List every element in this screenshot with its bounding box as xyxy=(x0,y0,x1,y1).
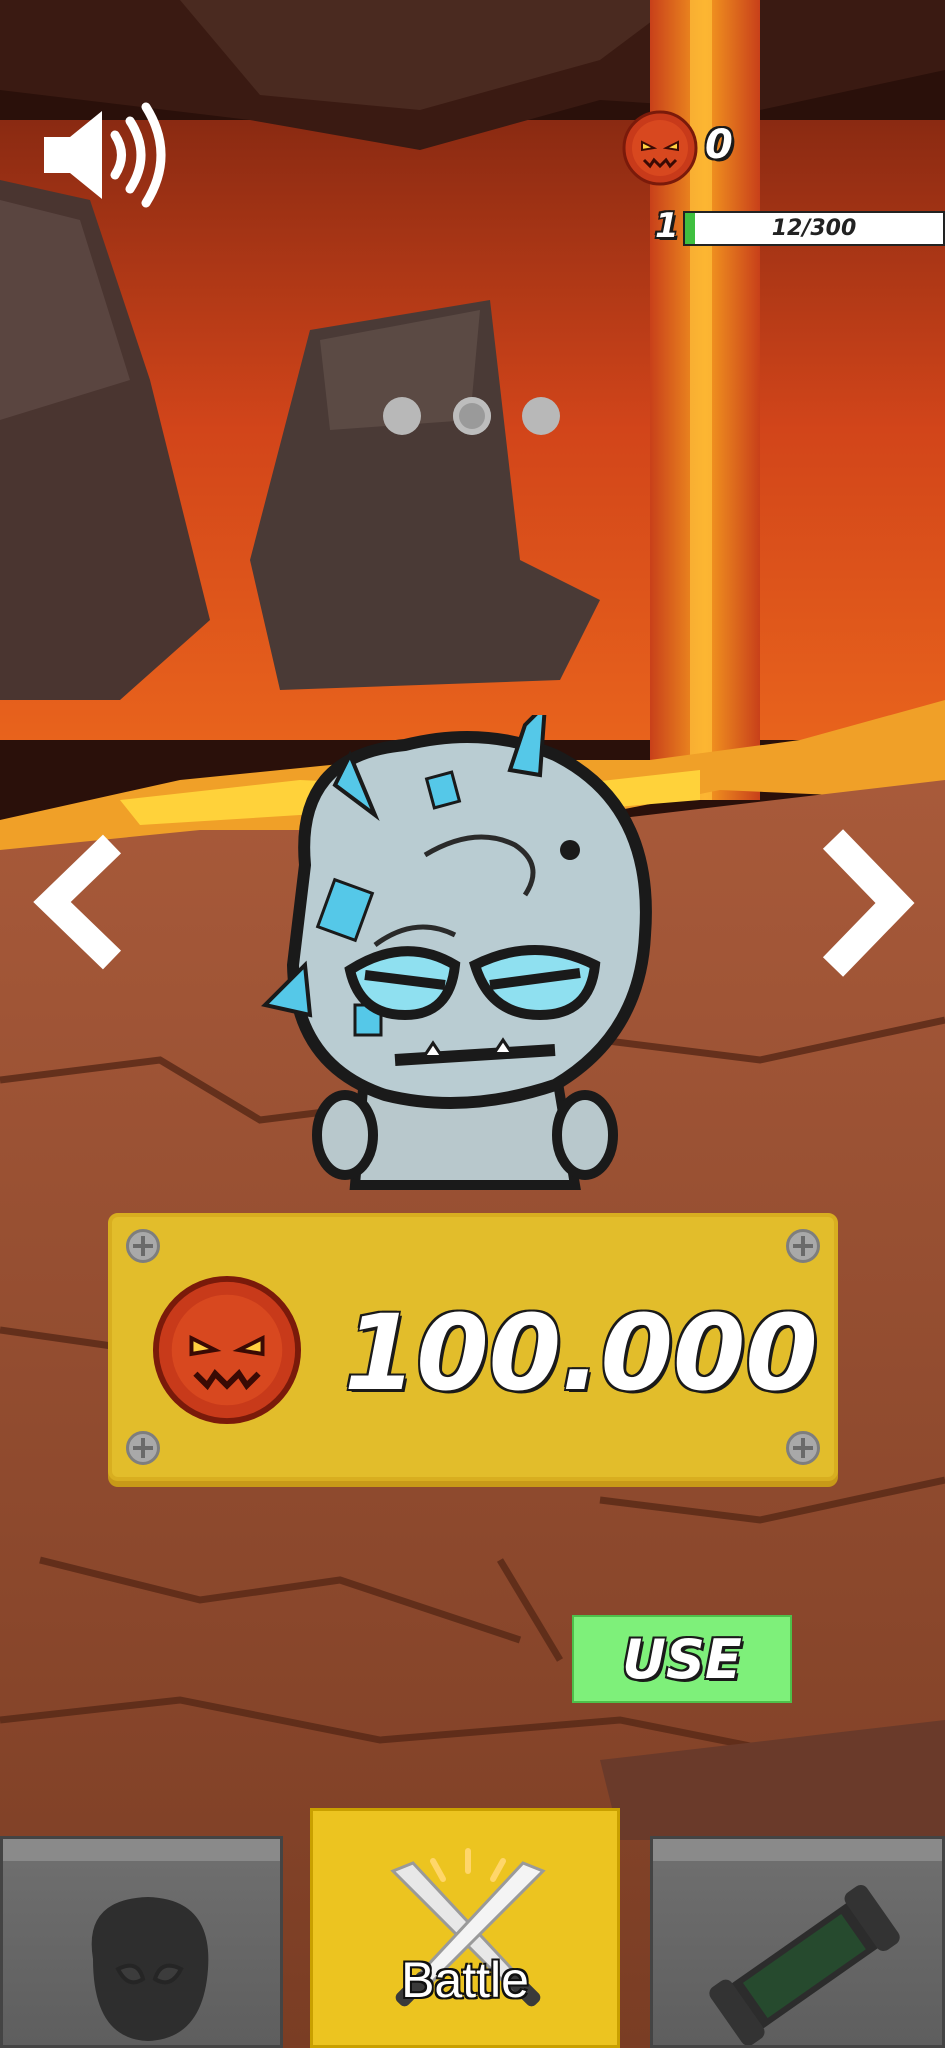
xp-bar: 12/300 xyxy=(683,211,945,246)
speaker-icon[interactable] xyxy=(40,95,170,215)
tab-battle-label: Battle xyxy=(401,1952,529,2008)
tab-weapons[interactable] xyxy=(650,1836,945,2048)
player-level: 1 xyxy=(655,206,679,246)
previous-arrow-icon[interactable] xyxy=(30,830,130,975)
cannon-icon xyxy=(709,1885,900,2045)
character-head-icon xyxy=(91,1897,209,2041)
use-button[interactable]: USE xyxy=(572,1615,792,1703)
tab-characters[interactable] xyxy=(0,1836,283,2048)
screw xyxy=(126,1431,160,1465)
use-button-label: USE xyxy=(622,1627,742,1691)
demon-coin-icon xyxy=(152,1275,302,1425)
next-arrow-icon[interactable] xyxy=(815,825,915,980)
ice-zombie-character xyxy=(261,715,652,1190)
carousel-dot-2[interactable] xyxy=(453,397,491,435)
coin-count: 0 xyxy=(705,122,733,168)
demon-coin-icon xyxy=(622,110,698,186)
price-panel: 100.000 xyxy=(108,1213,838,1481)
screw xyxy=(786,1229,820,1263)
xp-text: 12/300 xyxy=(771,216,857,241)
carousel-dot-1[interactable] xyxy=(383,397,421,435)
tab-battle[interactable]: Battle xyxy=(310,1808,620,2048)
carousel-dot-3[interactable] xyxy=(522,397,560,435)
character-price: 100.000 xyxy=(344,1292,818,1414)
screw xyxy=(786,1431,820,1465)
screw xyxy=(126,1229,160,1263)
